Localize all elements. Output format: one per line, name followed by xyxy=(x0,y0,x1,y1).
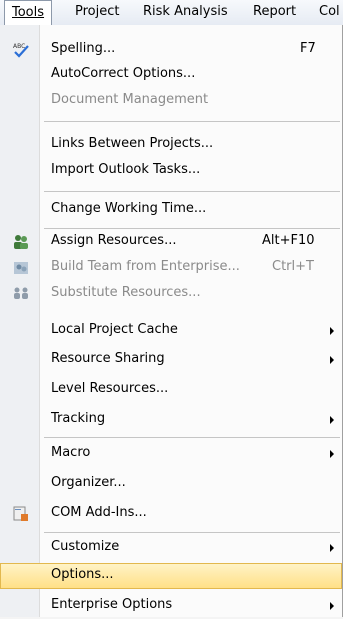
menu-item-customize-label: Customize xyxy=(51,539,120,554)
menu-report-label: Report xyxy=(253,4,297,19)
submenu-arrow-icon xyxy=(330,602,334,610)
svg-text:ABC: ABC xyxy=(13,43,25,50)
menu-item-build-team-shortcut: Ctrl+T xyxy=(272,259,314,274)
menu-item-options[interactable]: Options... xyxy=(0,563,342,589)
menu-item-assign-resources-label: Assign Resources... xyxy=(51,233,177,248)
menu-item-links-label: Links Between Projects... xyxy=(51,136,214,151)
menu-item-import-outlook-tasks[interactable]: Import Outlook Tasks... xyxy=(0,158,342,184)
menu-separator xyxy=(44,532,340,533)
build-team-icon xyxy=(14,262,28,274)
menu-item-organizer-label: Organizer... xyxy=(51,475,126,490)
menu-item-substitute-resources-label: Substitute Resources... xyxy=(51,285,201,300)
menu-item-spelling[interactable]: ABC Spelling... F7 xyxy=(0,37,342,63)
menu-item-resource-sharing[interactable]: Resource Sharing xyxy=(0,347,342,373)
menu-tools[interactable]: Tools xyxy=(4,0,53,26)
menu-item-assign-resources[interactable]: Assign Resources... Alt+F10 xyxy=(0,229,342,255)
menu-report[interactable]: Report xyxy=(246,0,303,25)
spelling-icon: ABC xyxy=(13,43,29,58)
menu-item-level-resources-label: Level Resources... xyxy=(51,381,169,396)
menu-item-build-team-label: Build Team from Enterprise... xyxy=(51,259,240,274)
menu-item-worktime-label: Change Working Time... xyxy=(51,201,207,216)
menu-item-organizer[interactable]: Organizer... xyxy=(0,471,342,497)
menu-item-tracking[interactable]: Tracking xyxy=(0,407,342,433)
menu-item-spelling-label: Spelling... xyxy=(51,41,116,56)
menu-item-change-working-time[interactable]: Change Working Time... xyxy=(0,197,342,223)
menu-risk-analysis-label: Risk Analysis xyxy=(143,4,228,19)
submenu-arrow-icon xyxy=(330,356,334,364)
menu-item-spelling-shortcut: F7 xyxy=(300,41,316,56)
menu-col[interactable]: Col xyxy=(312,0,343,25)
menu-item-outlook-label: Import Outlook Tasks... xyxy=(51,162,201,177)
menu-item-assign-resources-shortcut: Alt+F10 xyxy=(262,233,315,248)
menu-item-tracking-label: Tracking xyxy=(51,411,106,426)
menu-project-label: Project xyxy=(75,4,120,19)
menu-separator xyxy=(44,191,340,192)
menu-item-options-label: Options... xyxy=(51,567,114,582)
assign-resources-icon xyxy=(14,235,28,249)
menu-item-macro-label: Macro xyxy=(51,445,91,460)
menu-item-resource-sharing-label: Resource Sharing xyxy=(51,351,165,366)
menu-item-enterprise-options-label: Enterprise Options xyxy=(51,597,173,612)
menu-item-level-resources[interactable]: Level Resources... xyxy=(0,377,342,403)
menu-item-com-add-ins-label: COM Add-Ins... xyxy=(51,505,147,520)
menu-item-customize[interactable]: Customize xyxy=(0,535,342,561)
substitute-resources-icon xyxy=(14,287,28,299)
menu-item-document-management-label: Document Management xyxy=(51,92,209,107)
submenu-arrow-icon xyxy=(330,450,334,458)
menu-item-local-project-cache[interactable]: Local Project Cache xyxy=(0,318,342,344)
tools-dropdown-menu: ABC Spelling... F7 AutoCorrect Options..… xyxy=(0,25,343,617)
menu-item-build-team[interactable]: Build Team from Enterprise... Ctrl+T xyxy=(0,255,342,281)
menu-separator xyxy=(44,437,340,438)
menu-item-autocorrect[interactable]: AutoCorrect Options... xyxy=(0,62,342,88)
menu-separator xyxy=(44,121,340,122)
submenu-arrow-icon xyxy=(330,327,334,335)
menu-risk-analysis[interactable]: Risk Analysis xyxy=(136,0,235,25)
menu-item-document-management[interactable]: Document Management xyxy=(0,88,342,114)
menu-project[interactable]: Project xyxy=(68,0,126,25)
menu-item-macro[interactable]: Macro xyxy=(0,441,342,467)
menu-item-links-between-projects[interactable]: Links Between Projects... xyxy=(0,132,342,158)
menu-col-label: Col xyxy=(319,4,340,19)
menu-item-com-add-ins[interactable]: COM Add-Ins... xyxy=(0,501,342,527)
menu-item-autocorrect-label: AutoCorrect Options... xyxy=(51,66,196,81)
menu-bar: Tools Project Risk Analysis Report Col xyxy=(0,0,343,26)
menu-tools-label: Tools xyxy=(12,5,45,20)
submenu-arrow-icon xyxy=(330,416,334,424)
submenu-arrow-icon xyxy=(330,544,334,552)
menu-item-substitute-resources[interactable]: Substitute Resources... xyxy=(0,281,342,307)
menu-item-enterprise-options[interactable]: Enterprise Options xyxy=(0,593,342,619)
menu-item-local-project-cache-label: Local Project Cache xyxy=(51,322,178,337)
com-add-ins-icon xyxy=(13,506,28,521)
